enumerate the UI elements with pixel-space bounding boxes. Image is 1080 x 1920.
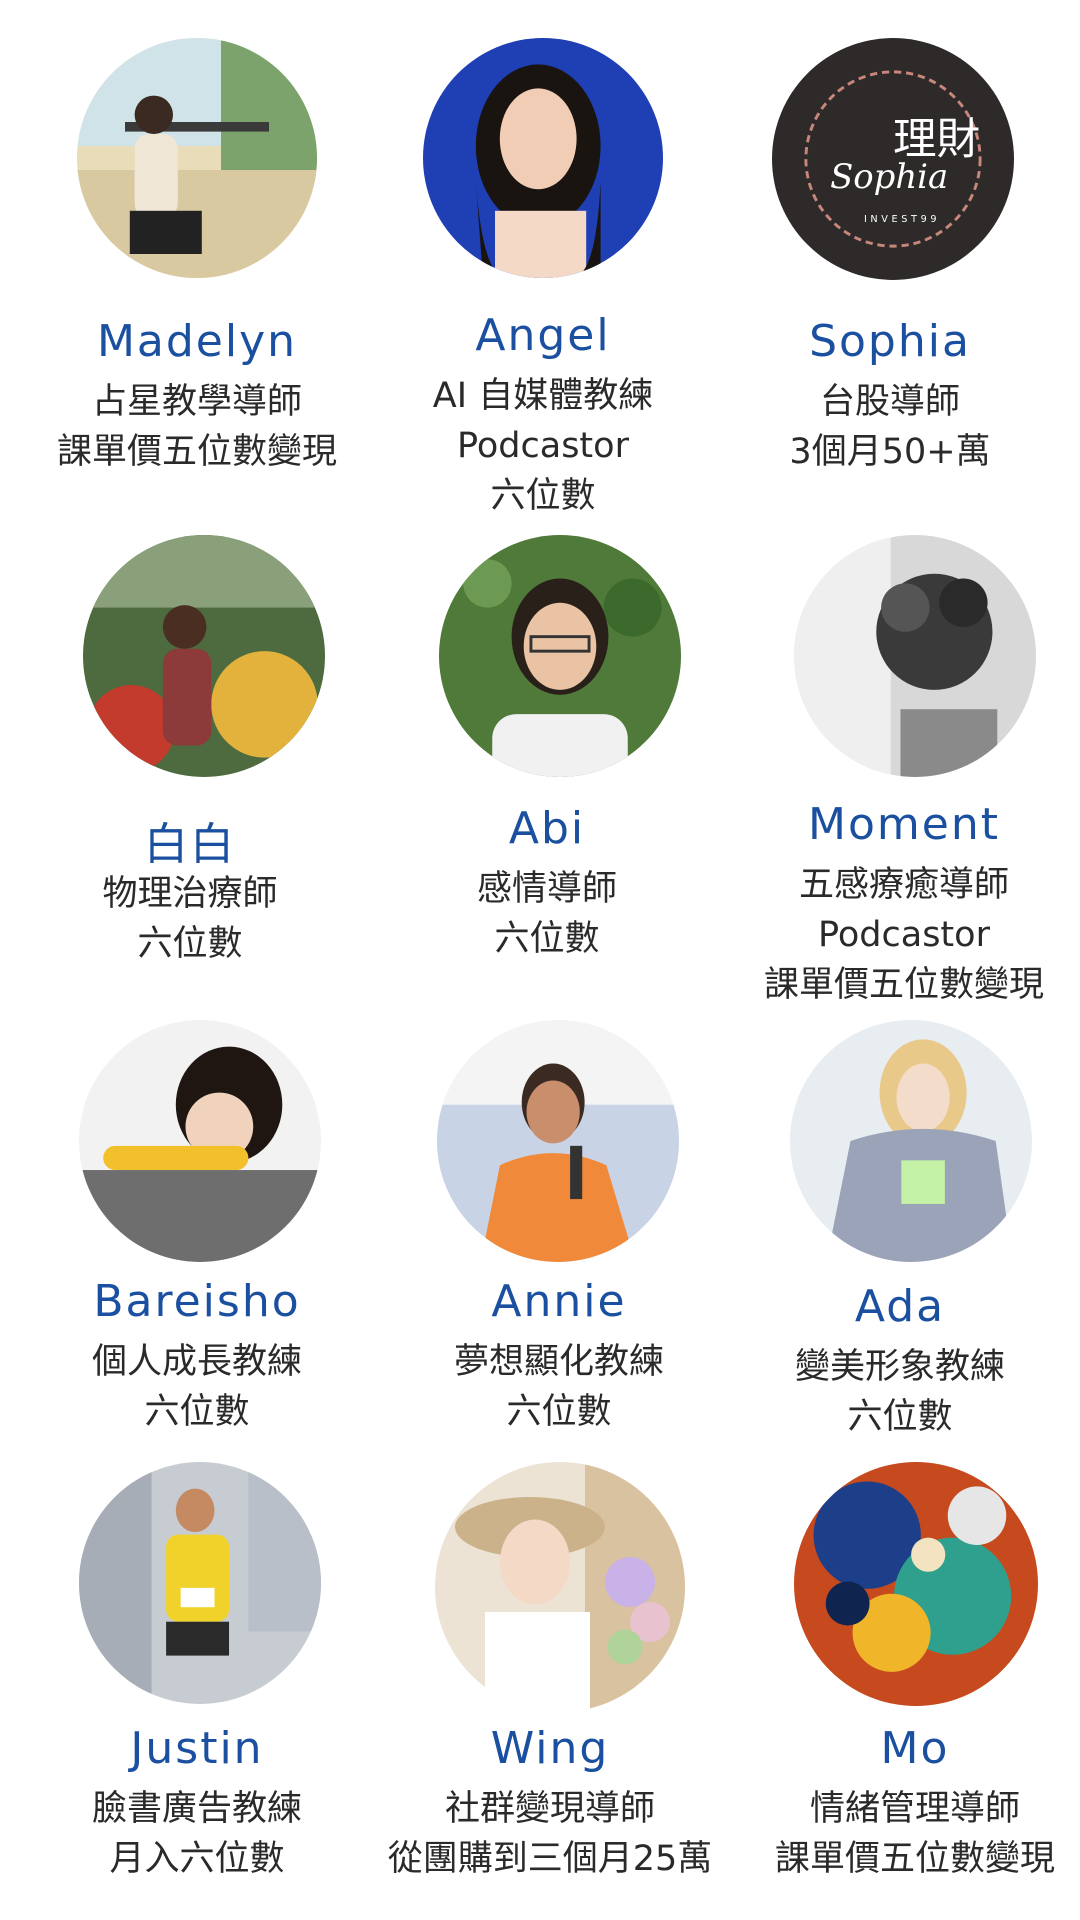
person-description: 社群變現導師 從團購到三個月25萬 bbox=[370, 1784, 730, 1884]
person-card-wing: Wing 社群變現導師 從團購到三個月25萬 bbox=[370, 0, 730, 1920]
person-description: 情緒管理導師 課單價五位數變現 bbox=[735, 1784, 1080, 1884]
person-name: Mo bbox=[880, 1723, 950, 1774]
woman-hat-flowers-photo bbox=[435, 1462, 685, 1712]
description-line: 從團購到三個月25萬 bbox=[387, 1839, 713, 1879]
description-line: 社群變現導師 bbox=[444, 1789, 655, 1829]
description-line: 課單價五位數變現 bbox=[774, 1839, 1055, 1879]
fluid-art-painting bbox=[794, 1462, 1038, 1706]
person-name: Justin bbox=[130, 1723, 264, 1774]
description-line: 情緒管理導師 bbox=[809, 1789, 1020, 1829]
people-grid: Madelyn 占星教學導師 課單價五位數變現 Angel AI 自媒體教練 P… bbox=[0, 0, 1080, 1920]
person-description: 臉書廣告教練 月入六位數 bbox=[17, 1784, 377, 1884]
description-line: 月入六位數 bbox=[109, 1839, 285, 1879]
description-line: 臉書廣告教練 bbox=[91, 1789, 302, 1829]
person-card-justin: Justin 臉書廣告教練 月入六位數 bbox=[17, 0, 377, 1920]
person-card-mo: Mo 情緒管理導師 課單價五位數變現 bbox=[735, 0, 1080, 1920]
person-name: Wing bbox=[490, 1723, 610, 1774]
runner-marathon-photo bbox=[79, 1462, 321, 1704]
